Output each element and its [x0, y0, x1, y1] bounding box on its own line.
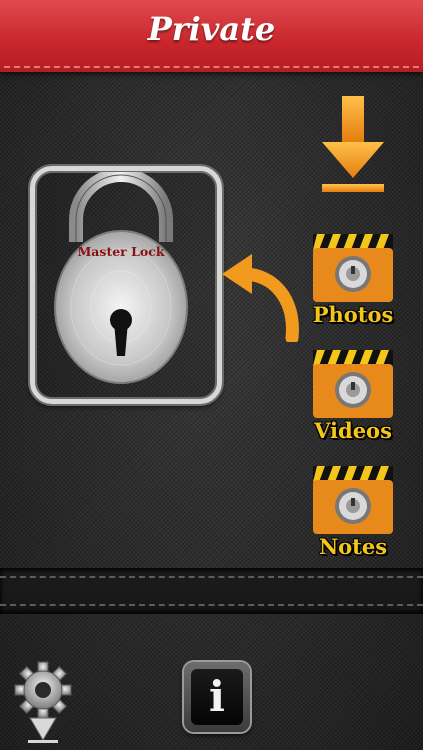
padlock-icon	[54, 172, 188, 384]
gear-icon[interactable]	[12, 660, 74, 744]
safe-folder-icon	[313, 466, 393, 534]
folder-notes[interactable]: Notes	[308, 462, 398, 559]
folder-label-photos: Photos	[312, 302, 394, 327]
lock-brand-label: Master Lock	[77, 244, 165, 259]
folder-photos[interactable]: Photos	[308, 230, 398, 327]
curved-arrow-icon	[222, 254, 299, 342]
info-button[interactable]: i	[184, 662, 250, 732]
page-title: Private	[147, 10, 276, 48]
safe-folder-icon	[313, 234, 393, 302]
folder-label-notes: Notes	[318, 534, 388, 559]
app-header: Private	[0, 0, 423, 72]
stitched-divider	[0, 568, 423, 614]
folder-videos[interactable]: Videos	[308, 346, 398, 443]
safe-folder-icon	[313, 350, 393, 418]
download-arrow-icon[interactable]	[320, 96, 386, 196]
info-glyph: i	[209, 672, 225, 721]
folder-label-videos: Videos	[314, 418, 392, 443]
info-icon: i	[191, 669, 243, 725]
